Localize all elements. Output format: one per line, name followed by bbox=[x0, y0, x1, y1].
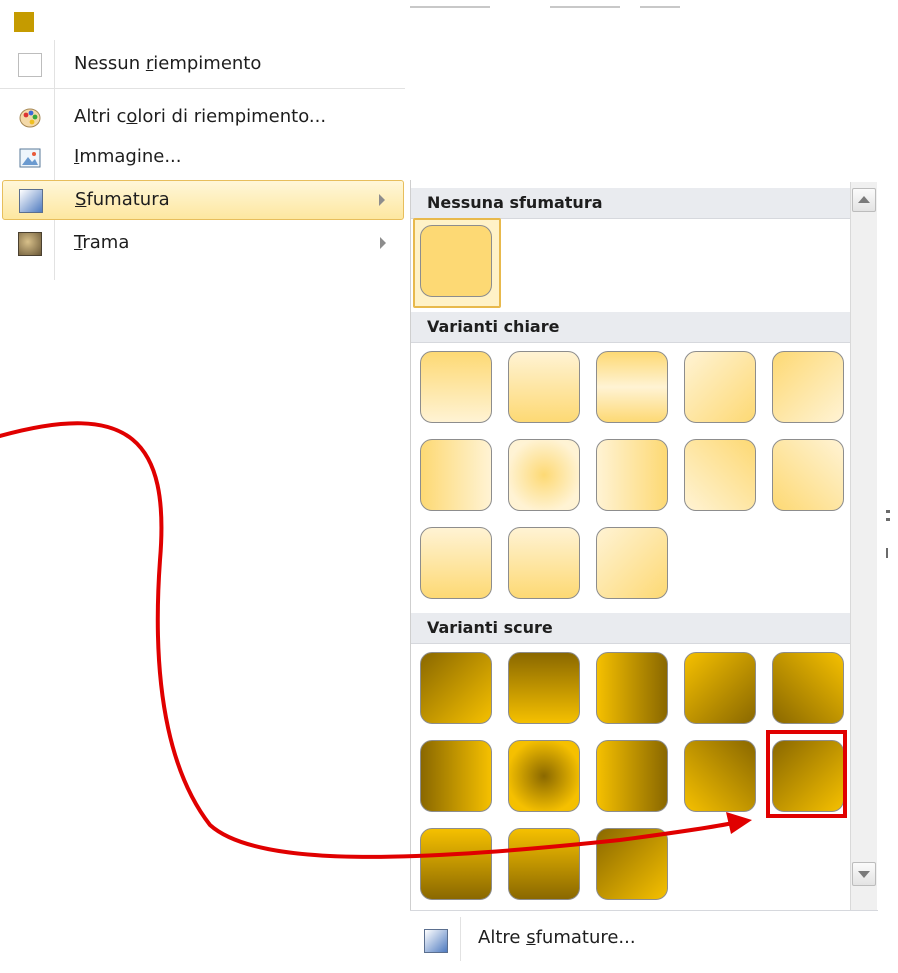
annotation-arrow bbox=[0, 421, 740, 859]
annotation-overlay bbox=[0, 421, 847, 859]
annotation-arrowhead bbox=[726, 812, 752, 834]
annotation-highlight-box bbox=[766, 730, 847, 818]
